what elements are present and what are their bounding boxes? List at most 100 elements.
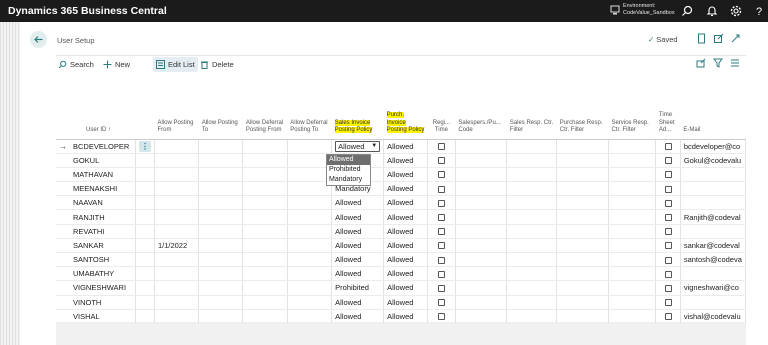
- salespers-purch-code-cell[interactable]: [455, 167, 508, 183]
- allow-posting-to-cell[interactable]: [198, 181, 244, 197]
- time-sheet-admin-cell-checkbox[interactable]: [664, 242, 672, 250]
- purchase-resp-ctr-filter-cell[interactable]: [556, 181, 609, 197]
- allow-deferral-posting-to-cell[interactable]: [287, 295, 333, 310]
- purchase-resp-ctr-filter-cell[interactable]: [556, 209, 609, 225]
- allow-deferral-posting-to-cell[interactable]: [287, 309, 333, 324]
- register-time-cell-checkbox[interactable]: [437, 143, 445, 151]
- sales-invoice-posting-policy-cell[interactable]: Allowed: [331, 238, 385, 254]
- table-row[interactable]: MEENAKSHI Mandatory Allowed: [56, 181, 746, 197]
- search-action[interactable]: Search: [58, 57, 94, 72]
- purchase-resp-ctr-filter-cell[interactable]: [556, 280, 609, 296]
- purch-invoice-posting-policy-cell[interactable]: Allowed: [383, 224, 428, 239]
- time-sheet-admin-cell-checkbox[interactable]: [664, 171, 672, 179]
- user-id-cell[interactable]: VINOTH: [70, 295, 136, 310]
- allow-deferral-posting-from-cell[interactable]: [242, 167, 288, 183]
- service-resp-ctr-filter-cell[interactable]: [608, 153, 657, 168]
- allow-posting-to-cell[interactable]: [198, 167, 244, 183]
- purch-invoice-posting-policy-cell[interactable]: Allowed: [383, 238, 428, 254]
- register-time-cell-checkbox[interactable]: [437, 171, 445, 179]
- dropdown-option[interactable]: Prohibited: [327, 165, 370, 175]
- email-cell[interactable]: santosh@codeva: [680, 252, 746, 268]
- allow-deferral-posting-from-cell[interactable]: [242, 238, 288, 254]
- table-row[interactable]: UMABATHY Allowed Allowed: [56, 266, 746, 282]
- search-icon[interactable]: [680, 4, 694, 18]
- allow-deferral-posting-to-cell[interactable]: [287, 280, 333, 296]
- register-time-cell-checkbox[interactable]: [437, 270, 445, 278]
- sales-resp-ctr-filter-cell[interactable]: [506, 280, 558, 296]
- purch-invoice-posting-policy-cell[interactable]: Allowed: [383, 209, 428, 225]
- allow-deferral-posting-to-cell[interactable]: [287, 224, 333, 239]
- allow-posting-to-cell[interactable]: [198, 280, 244, 296]
- sales-resp-ctr-filter-cell[interactable]: [506, 224, 558, 239]
- gear-icon[interactable]: [729, 4, 743, 18]
- dropdown-option[interactable]: Allowed: [327, 155, 370, 165]
- allow-deferral-posting-to-cell[interactable]: [287, 209, 333, 225]
- purchase-resp-ctr-filter-cell[interactable]: [556, 153, 609, 168]
- table-row[interactable]: RANJITH Allowed Allowed Ranjith@codeval: [56, 209, 746, 225]
- allow-posting-from-cell[interactable]: [154, 309, 200, 324]
- allow-deferral-posting-from-cell[interactable]: [242, 209, 288, 225]
- sales-resp-ctr-filter-cell[interactable]: [506, 153, 558, 168]
- allow-posting-from-cell[interactable]: [154, 280, 200, 296]
- column-header-sales-resp-ctr-filter[interactable]: Sales Resp. Ctr. Filter: [506, 77, 557, 140]
- email-cell[interactable]: sankar@codeval: [680, 238, 746, 254]
- allow-posting-to-cell[interactable]: [198, 238, 244, 254]
- table-row[interactable]: GOKUL Allowed Allowed Gokul@codevalu: [56, 153, 746, 168]
- user-id-cell[interactable]: UMABATHY: [70, 266, 136, 282]
- allow-posting-to-cell[interactable]: [198, 295, 244, 310]
- allow-deferral-posting-from-cell[interactable]: [242, 280, 288, 296]
- user-id-cell[interactable]: MATHAVAN: [70, 167, 136, 183]
- user-id-cell[interactable]: BCDEVELOPER: [70, 139, 136, 154]
- service-resp-ctr-filter-cell[interactable]: [608, 238, 657, 254]
- salespers-purch-code-cell[interactable]: [455, 266, 508, 282]
- allow-posting-to-cell[interactable]: [198, 309, 244, 324]
- column-header-register-time[interactable]: Regi... Time: [427, 77, 456, 140]
- sales-invoice-posting-policy-cell[interactable]: Prohibited: [331, 280, 385, 296]
- table-row[interactable]: SANTOSH Allowed Allowed santosh@codeva: [56, 252, 746, 268]
- allow-deferral-posting-to-cell[interactable]: [287, 139, 333, 154]
- allow-deferral-posting-from-cell[interactable]: [242, 139, 288, 154]
- email-cell[interactable]: [680, 181, 746, 197]
- sales-resp-ctr-filter-cell[interactable]: [506, 195, 558, 211]
- purch-invoice-posting-policy-cell[interactable]: Allowed: [383, 195, 428, 211]
- user-id-cell[interactable]: VIGNESHWARI: [70, 280, 136, 296]
- sales-resp-ctr-filter-cell[interactable]: [506, 266, 558, 282]
- user-id-cell[interactable]: NAAVAN: [70, 195, 136, 211]
- column-header-salespers-purch-code[interactable]: Salespers./Pu... Code: [455, 77, 507, 140]
- salespers-purch-code-cell[interactable]: [455, 280, 508, 296]
- time-sheet-admin-cell-checkbox[interactable]: [664, 228, 672, 236]
- purch-invoice-posting-policy-cell[interactable]: Allowed: [383, 266, 428, 282]
- allow-posting-to-cell[interactable]: [198, 266, 244, 282]
- salespers-purch-code-cell[interactable]: [455, 309, 508, 324]
- purch-invoice-posting-policy-cell[interactable]: Allowed: [383, 139, 428, 154]
- register-time-cell-checkbox[interactable]: [437, 256, 445, 264]
- allow-deferral-posting-to-cell[interactable]: [287, 153, 333, 168]
- column-header-user-id[interactable]: User ID ↑: [70, 77, 136, 140]
- allow-posting-from-cell[interactable]: [154, 295, 200, 310]
- time-sheet-admin-cell-checkbox[interactable]: [664, 143, 672, 151]
- purchase-resp-ctr-filter-cell[interactable]: [556, 139, 609, 154]
- purchase-resp-ctr-filter-cell[interactable]: [556, 252, 609, 268]
- sales-resp-ctr-filter-cell[interactable]: [506, 209, 558, 225]
- user-id-cell[interactable]: MEENAKSHI: [70, 181, 136, 197]
- service-resp-ctr-filter-cell[interactable]: [608, 195, 657, 211]
- service-resp-ctr-filter-cell[interactable]: [608, 266, 657, 282]
- time-sheet-admin-cell-checkbox[interactable]: [664, 299, 672, 307]
- allow-deferral-posting-from-cell[interactable]: [242, 295, 288, 310]
- allow-deferral-posting-to-cell[interactable]: [287, 181, 333, 197]
- column-header-sales-invoice-posting-policy[interactable]: Sales Invoice Posting Policy: [331, 77, 384, 140]
- service-resp-ctr-filter-cell[interactable]: [608, 280, 657, 296]
- purchase-resp-ctr-filter-cell[interactable]: [556, 167, 609, 183]
- time-sheet-admin-cell-checkbox[interactable]: [664, 214, 672, 222]
- service-resp-ctr-filter-cell[interactable]: [608, 252, 657, 268]
- help-icon[interactable]: ?: [752, 4, 766, 18]
- sales-invoice-posting-policy-cell[interactable]: Allowed: [331, 209, 385, 225]
- time-sheet-admin-cell-checkbox[interactable]: [664, 256, 672, 264]
- sales-invoice-posting-policy-cell[interactable]: Allowed: [331, 309, 385, 324]
- column-header-service-resp-ctr-filter[interactable]: Service Resp. Ctr. Filter: [608, 77, 656, 140]
- salespers-purch-code-cell[interactable]: [455, 238, 508, 254]
- purchase-resp-ctr-filter-cell[interactable]: [556, 238, 609, 254]
- new-action[interactable]: New: [103, 57, 130, 72]
- column-header-time-sheet-admin[interactable]: Time Sheet Ad...: [655, 77, 681, 140]
- sales-resp-ctr-filter-cell[interactable]: [506, 252, 558, 268]
